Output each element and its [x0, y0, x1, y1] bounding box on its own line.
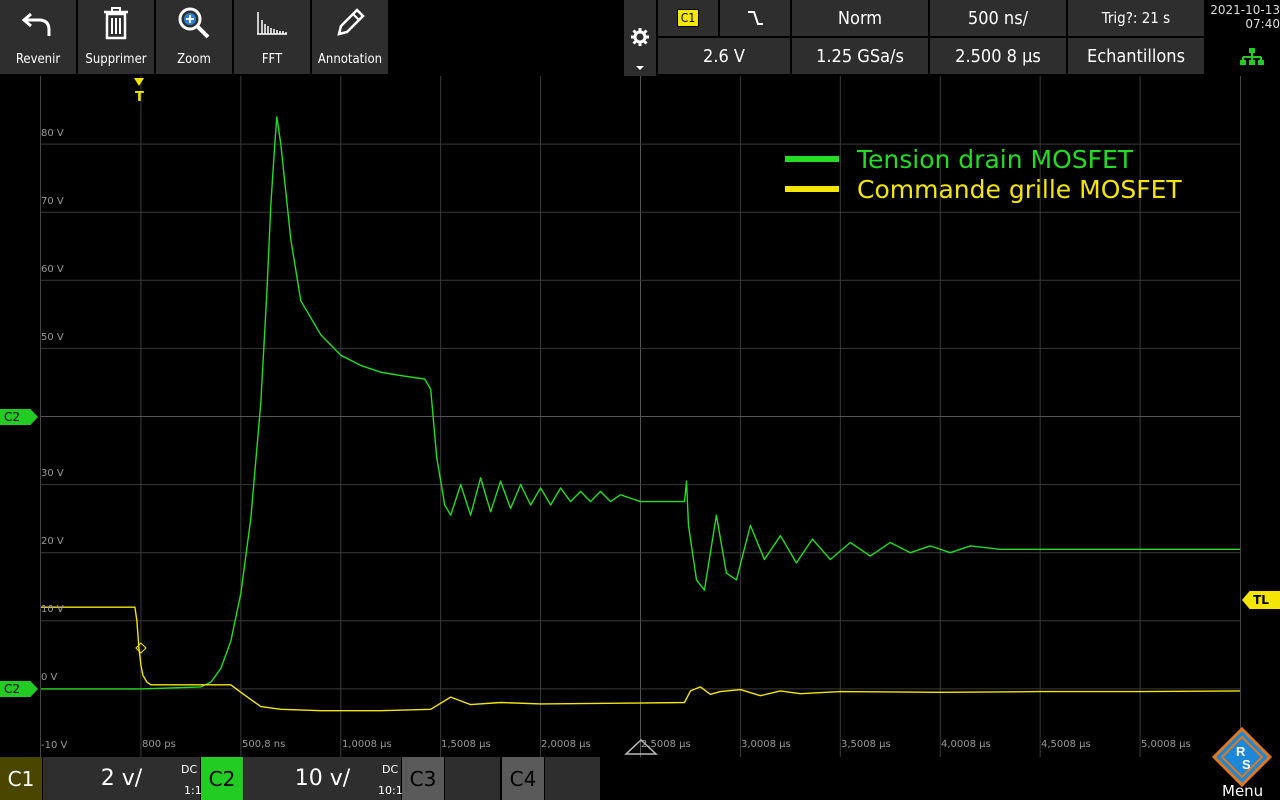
horizontal-position: 2.500 8 µs [955, 45, 1041, 67]
trigger-level: 2.6 V [703, 45, 745, 67]
timebase-cell[interactable]: 500 ns/ [930, 0, 1066, 36]
c2-label: C2 [208, 766, 236, 791]
position-cell[interactable]: 2.500 8 µs [930, 38, 1066, 74]
trigger-status: Trig?: 21 s [1101, 9, 1171, 27]
y-tick-label: 70 V [41, 196, 64, 207]
c1-coupling: DC [181, 763, 198, 776]
undo-icon [21, 0, 55, 46]
c2-offset-marker-label: C2 [4, 410, 21, 424]
zoom-icon [177, 0, 211, 46]
c3-tab[interactable]: C3 [402, 757, 444, 800]
trigger-level-marker[interactable]: TL [1242, 591, 1280, 609]
c1-label: C1 [7, 766, 35, 791]
trigger-source-badge: C1 [676, 9, 700, 27]
undo-button[interactable]: Revenir [0, 0, 78, 74]
c4-scale-button[interactable] [545, 757, 600, 800]
c2-coupling: DC [382, 763, 399, 776]
x-tick-label: 1,0008 µs [342, 739, 392, 750]
trigger-source-cell[interactable]: C1 [658, 0, 718, 36]
c1-probe: 1:1 [184, 784, 202, 797]
horizontal-position-marker[interactable] [624, 738, 658, 756]
c2-scale: 10 v/ [294, 766, 351, 791]
fft-button[interactable]: FFT [234, 0, 312, 74]
undo-label: Revenir [15, 52, 61, 67]
network-icon [1240, 48, 1264, 70]
delete-label: Supprimer [85, 52, 147, 67]
c2-offset-marker[interactable]: C2 [0, 409, 38, 425]
chevron-down-icon [636, 66, 644, 70]
c4-tab[interactable]: C4 [502, 757, 544, 800]
c3-scale-button[interactable] [445, 757, 500, 800]
c2-ground-marker[interactable]: C2 [0, 681, 38, 697]
zoom-label: Zoom [177, 52, 211, 67]
c3-label: C3 [409, 766, 437, 791]
x-tick-label: 500,8 ns [242, 739, 286, 750]
zoom-button[interactable]: Zoom [156, 0, 234, 74]
x-tick-label: 4,5008 µs [1041, 739, 1091, 750]
trigger-level-marker-label: TL [1253, 593, 1269, 607]
c2-probe: 10:1 [378, 784, 403, 797]
c2-ground-marker-label: C2 [4, 682, 21, 696]
c1-scale: 2 v/ [100, 766, 143, 791]
c4-label: C4 [509, 766, 537, 791]
trigger-mode-cell[interactable]: Norm [792, 0, 928, 36]
trigger-slope-cell[interactable] [720, 0, 790, 36]
x-tick-label: 3,0008 µs [741, 739, 791, 750]
falling-edge-icon [748, 11, 763, 25]
legend-swatch-drain [785, 156, 839, 162]
y-tick-label: 60 V [41, 264, 64, 275]
channel-bar: C1 2 v/ DC 1:1 C2 10 v/ DC 10:1 C3 C4 [0, 757, 1280, 800]
trigger-position-label: T [135, 90, 144, 105]
x-tick-label: 3,5008 µs [841, 739, 891, 750]
y-tick-label: 80 V [41, 128, 64, 139]
gear-icon [631, 28, 649, 50]
c2-tab[interactable]: C2 [201, 757, 243, 800]
trigger-level-cell[interactable]: 2.6 V [658, 38, 790, 74]
annotation-button[interactable]: Annotation [312, 0, 390, 74]
acquisition-mode: Echantillons [1086, 45, 1186, 67]
legend: Tension drain MOSFET Commande grille MOS… [785, 144, 1182, 204]
x-tick-label: 1,5008 µs [441, 739, 491, 750]
trigger-mode: Norm [837, 7, 883, 29]
y-tick-label: -10 V [41, 740, 68, 751]
menu-label[interactable]: Menu [1222, 782, 1263, 800]
rs-logo-icon[interactable]: R S [1212, 727, 1272, 787]
pencil-icon [333, 0, 367, 46]
x-tick-label: 800 ps [142, 739, 176, 750]
x-tick-label: 2,0008 µs [541, 739, 591, 750]
delete-button[interactable]: Supprimer [78, 0, 156, 74]
legend-label-drain: Tension drain MOSFET [857, 144, 1134, 174]
annotation-label: Annotation [317, 52, 383, 67]
date: 2021-10-13 [1210, 3, 1280, 17]
trigger-status-cell[interactable]: Trig?: 21 s [1068, 0, 1204, 36]
x-tick-label: 4,0008 µs [941, 739, 991, 750]
x-tick-label: 5,0008 µs [1141, 739, 1191, 750]
svg-text:S: S [1242, 757, 1251, 772]
trash-icon [101, 0, 131, 46]
fft-icon [255, 0, 289, 46]
fft-label: FFT [261, 52, 283, 67]
timebase: 500 ns/ [967, 7, 1029, 29]
trigger-position-marker[interactable] [134, 78, 144, 86]
datetime: 2021-10-13 07:40 [1206, 0, 1280, 39]
toolbar: Revenir Supprimer Zoom FFT Annotation C1 [0, 0, 1280, 76]
y-tick-label: 10 V [41, 604, 64, 615]
y-tick-label: 0 V [41, 672, 58, 683]
y-tick-label: 30 V [41, 468, 64, 479]
y-tick-label: 50 V [41, 332, 64, 343]
sample-rate-cell[interactable]: 1.25 GSa/s [792, 38, 928, 74]
settings-button[interactable] [624, 0, 656, 76]
legend-item-gate: Commande grille MOSFET [785, 174, 1182, 204]
c1-scale-button[interactable]: 2 v/ [43, 757, 200, 800]
sample-rate: 1.25 GSa/s [816, 45, 904, 67]
acquisition-cell[interactable]: Echantillons [1068, 38, 1204, 74]
legend-label-gate: Commande grille MOSFET [857, 174, 1182, 204]
legend-swatch-gate [785, 186, 839, 192]
y-tick-label: 20 V [41, 536, 64, 547]
legend-item-drain: Tension drain MOSFET [785, 144, 1182, 174]
time: 07:40 [1245, 17, 1280, 31]
c1-tab[interactable]: C1 [0, 757, 42, 800]
